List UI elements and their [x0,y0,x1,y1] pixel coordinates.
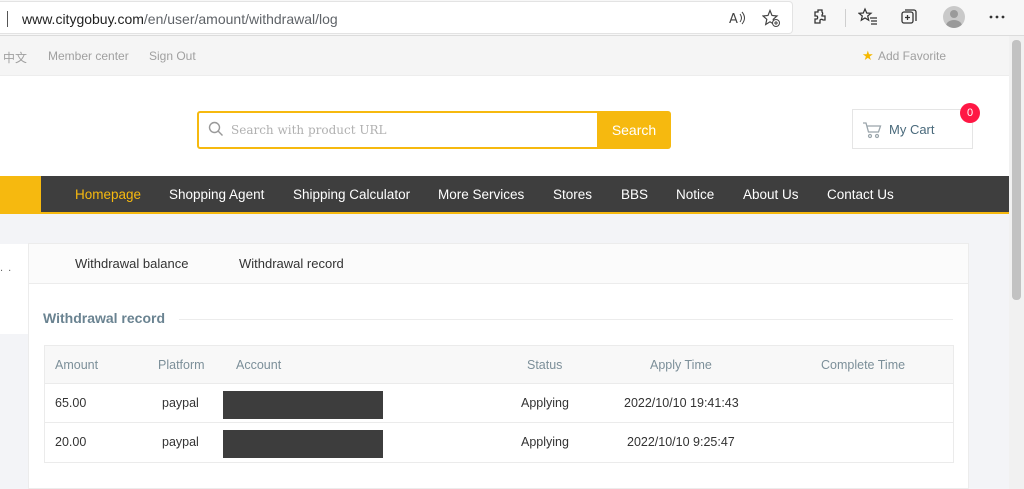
sidebar-truncated-text: . . [0,262,13,274]
nav-more-services[interactable]: More Services [438,187,524,202]
nav-notice[interactable]: Notice [676,187,714,202]
text-caret [7,11,8,27]
user-sidebar [0,244,28,334]
main-nav: Homepage Shopping Agent Shipping Calcula… [41,176,1009,214]
browser-toolbar: www.citygobuy.com/en/user/amount/withdra… [0,0,1024,36]
tab-withdrawal-balance[interactable]: Withdrawal balance [75,256,188,271]
table-row: 65.00 paypal Applying 2022/10/10 19:41:4… [45,384,953,423]
favorites-icon[interactable] [857,7,879,29]
search-icon [208,121,223,136]
toolbar-divider [845,9,846,27]
top-links-bar: 中文 Member center Sign Out ★ Add Favorite [0,36,1009,76]
section-divider [179,319,953,320]
withdrawal-tabs: Withdrawal balance Withdrawal record [29,244,968,284]
cell-apply-time: 2022/10/10 9:25:47 [627,435,735,449]
add-favorite-icon[interactable] [761,8,781,29]
read-aloud-icon[interactable]: A [727,9,747,29]
url-host: www.citygobuy.com [22,11,144,27]
header-amount: Amount [55,358,99,372]
tab-withdrawal-record[interactable]: Withdrawal record [239,256,344,271]
nav-shipping-calculator[interactable]: Shipping Calculator [293,187,410,202]
profile-avatar[interactable] [943,6,965,28]
svg-text:A: A [729,12,738,27]
withdrawal-panel: Withdrawal balance Withdrawal record Wit… [28,243,969,489]
table-row: 20.00 paypal Applying 2022/10/10 9:25:47 [45,423,953,462]
header-account: Account [236,358,282,372]
withdrawal-table: Amount Platform Account Status Apply Tim… [44,345,954,463]
cell-status: Applying [521,396,569,410]
address-bar[interactable]: www.citygobuy.com/en/user/amount/withdra… [0,1,793,34]
cell-status: Applying [521,435,569,449]
star-icon: ★ [862,48,874,63]
url-text[interactable]: www.citygobuy.com/en/user/amount/withdra… [22,11,338,27]
nav-category-toggle[interactable] [0,176,41,214]
collections-icon[interactable] [898,7,920,29]
cell-platform: paypal [162,396,199,410]
cell-platform: paypal [162,435,199,449]
redacted-account [223,391,383,419]
header-apply-time: Apply Time [650,358,712,372]
redacted-account [223,430,383,458]
nav-bbs[interactable]: BBS [621,187,648,202]
table-header: Amount Platform Account Status Apply Tim… [45,346,953,384]
member-center-link[interactable]: Member center [48,49,129,63]
header-complete-time: Complete Time [821,358,906,372]
search-input[interactable] [231,119,591,141]
nav-stores[interactable]: Stores [553,187,592,202]
nav-about-us[interactable]: About Us [743,187,799,202]
cart-count-badge: 0 [960,103,980,123]
add-favorite-link[interactable]: Add Favorite [878,49,946,63]
cell-amount: 20.00 [55,435,87,449]
search-button[interactable]: Search [597,111,671,149]
cell-amount: 65.00 [55,396,87,410]
url-path: /en/user/amount/withdrawal/log [143,11,338,27]
search-bar: Search [197,111,671,149]
header-status: Status [527,358,563,372]
section-title: Withdrawal record [43,310,166,326]
cart-icon [863,122,882,139]
language-link[interactable]: 中文 [3,49,27,66]
site-header: Search My Cart [0,76,1009,176]
nav-contact-us[interactable]: Contact Us [827,187,894,202]
page-scrollbar-thumb[interactable] [1012,40,1021,300]
nav-shopping-agent[interactable]: Shopping Agent [169,187,264,202]
sign-out-link[interactable]: Sign Out [149,49,196,63]
cell-apply-time: 2022/10/10 19:41:43 [624,396,739,410]
extensions-icon[interactable] [810,7,832,29]
nav-homepage[interactable]: Homepage [75,187,141,202]
my-cart-button[interactable]: My Cart [852,109,973,149]
cart-label: My Cart [889,122,935,137]
more-menu-icon[interactable] [986,7,1008,29]
header-platform: Platform [158,358,205,372]
